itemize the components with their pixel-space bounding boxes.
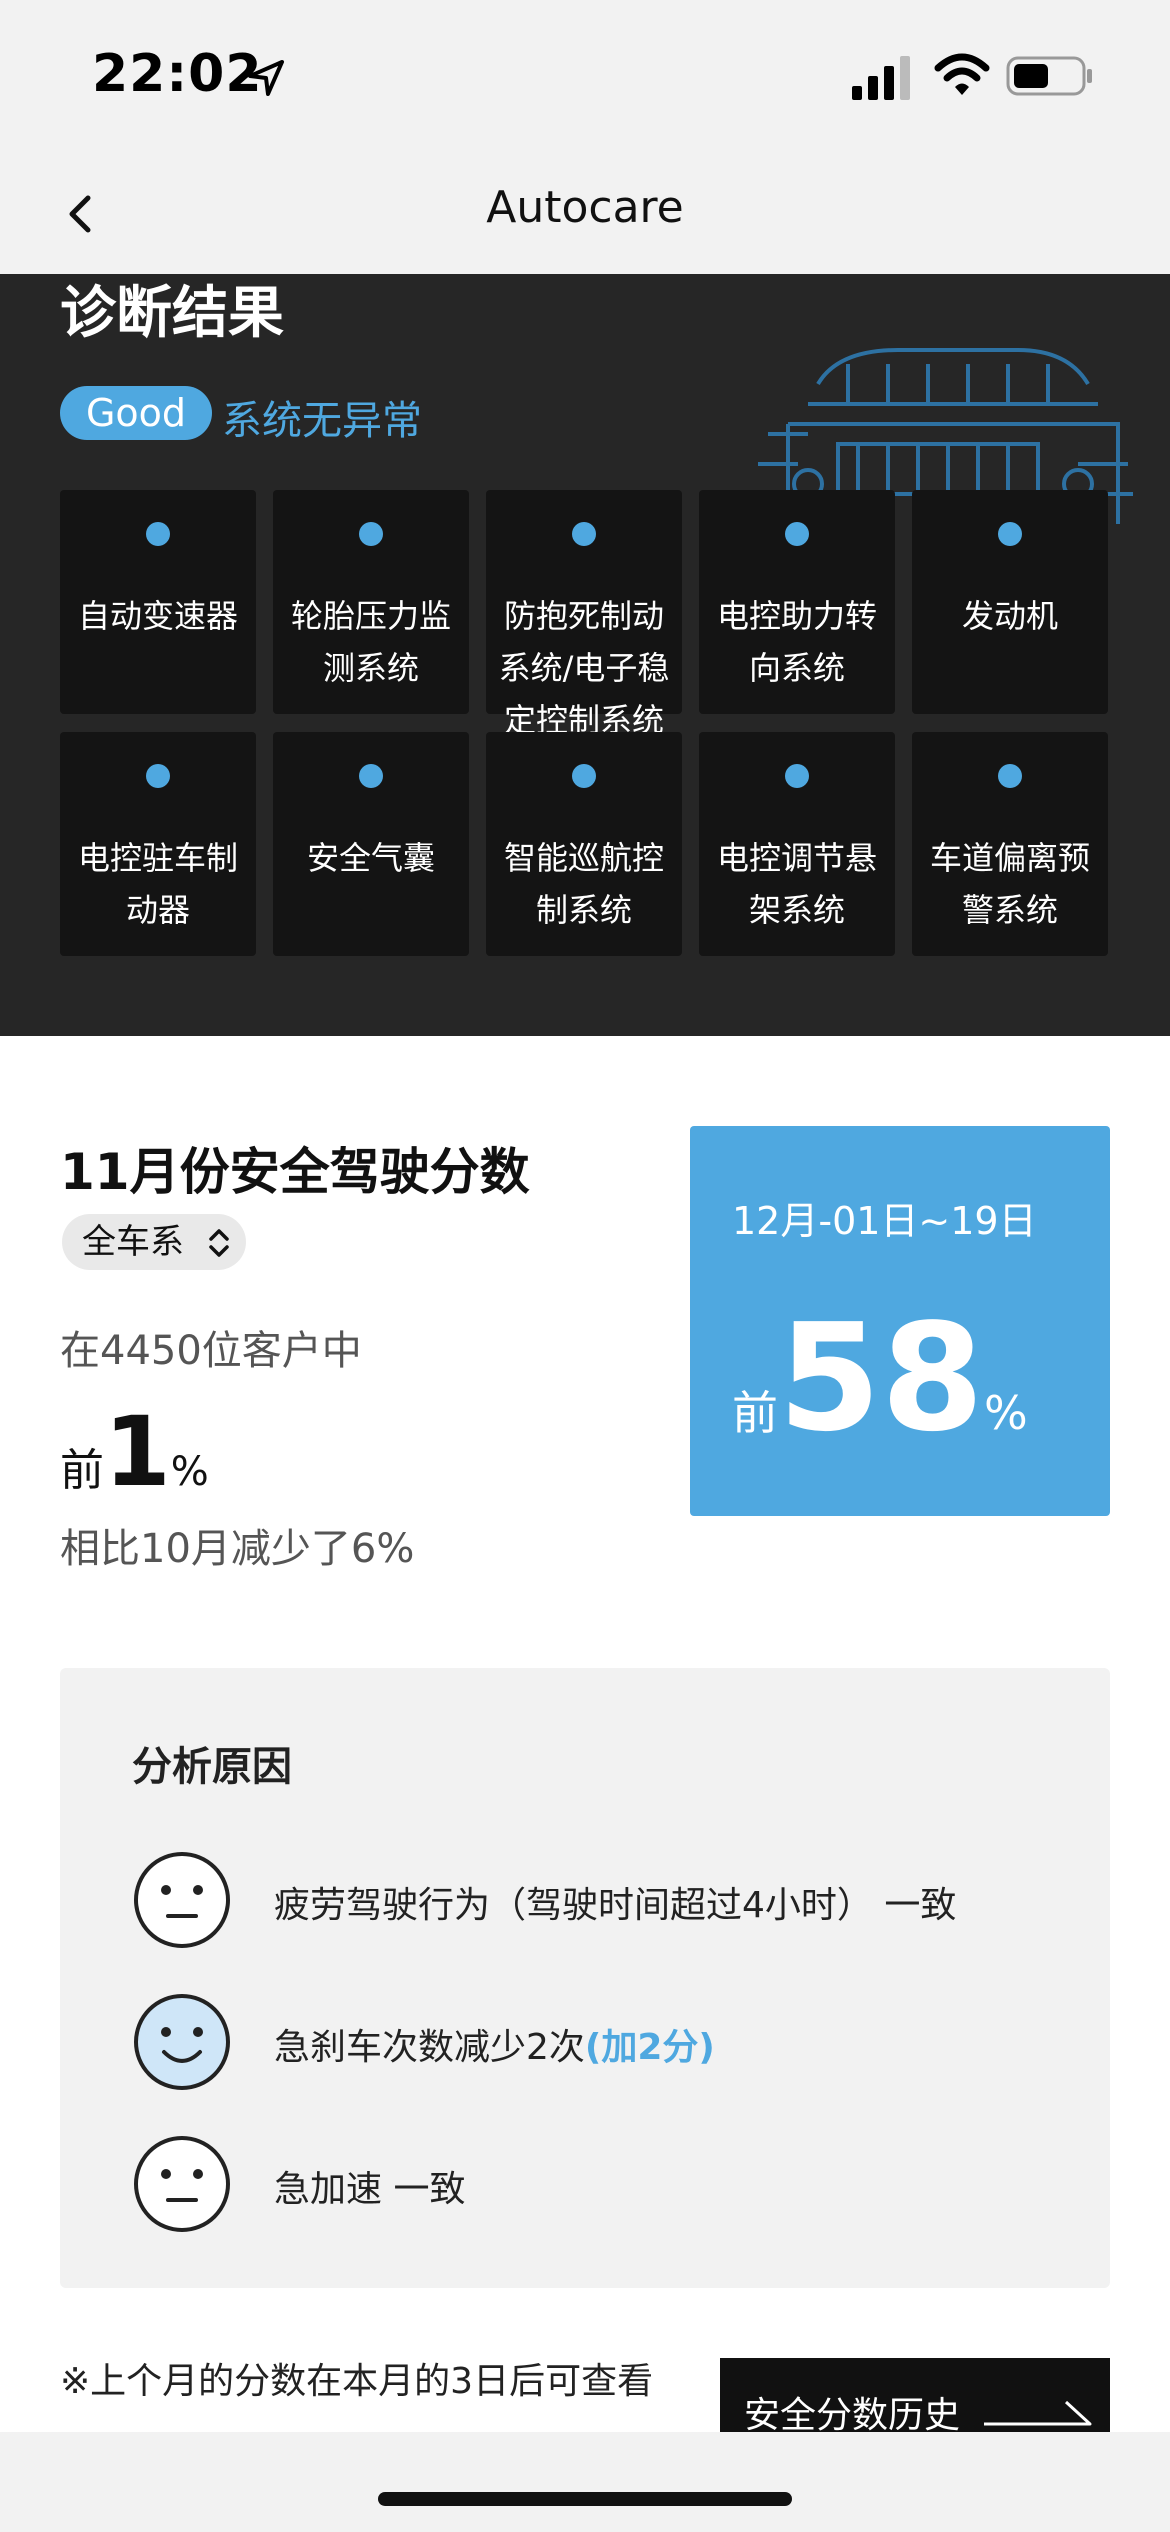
neutral-face-icon [134,2136,230,2232]
smile-face-icon [134,1994,230,2090]
diagnosis-title: 诊断结果 [60,281,284,346]
cellular-signal-icon [852,56,910,100]
reason-text: 疲劳驾驶行为（驾驶时间超过4小时） 一致 [274,1885,957,1926]
up-down-chevron-icon [209,1229,229,1257]
status-dot-icon [359,522,383,546]
score-history-button[interactable]: 安全分数历史 [720,2358,1110,2432]
system-tile[interactable]: 安全气囊 [273,732,469,956]
monthly-rank: 前1% [60,1396,209,1508]
scope-selector[interactable]: 全车系 [62,1214,246,1270]
footnote: ※上个月的分数在本月的3日后可查看 [60,2361,654,2402]
status-dot-icon [146,522,170,546]
reason-item: 急刹车次数减少2次(加2分) [132,1992,1092,2092]
rank-unit: % [170,1449,209,1495]
reason-item: 疲劳驾驶行为（驾驶时间超过4小时） 一致 [132,1850,1092,1950]
system-label: 智能巡航控制系统 [503,839,664,929]
reason-text-main: 急刹车次数减少2次 [274,2027,585,2068]
status-badge: Good [60,386,212,440]
reason-bonus: (加2分) [584,2027,715,2068]
rank-prefix: 前 [60,1445,104,1496]
system-grid: 自动变速器 轮胎压力监测系统 防抱死制动系统/电子稳定控制系统 电控助力转向系统… [60,490,1110,956]
status-dot-icon [785,764,809,788]
status-dot-icon [572,764,596,788]
system-tile[interactable]: 智能巡航控制系统 [486,732,682,956]
nav-bar: Autocare [0,160,1170,274]
analysis-panel: 分析原因 疲劳驾驶行为（驾驶时间超过4小时） 一致 急刹车次数减少2次(加2分) [60,1668,1110,2288]
status-dot-icon [572,522,596,546]
score-title: 11月份安全驾驶分数 [60,1143,530,1201]
status-bar: 22:02 [0,0,1170,160]
system-tile[interactable]: 自动变速器 [60,490,256,714]
system-tile[interactable]: 电控驻车制动器 [60,732,256,956]
diagnosis-section: 诊断结果 Good 系统无异常 自动变速器 轮胎压力监测系统 防抱死制动系统/电… [0,274,1170,1036]
weekly-rank: 前58% [732,1304,1028,1452]
status-dot-icon [998,764,1022,788]
status-text: 系统无异常 [222,398,422,444]
system-label: 电控助力转向系统 [716,597,877,687]
score-section: 11月份安全驾驶分数 全车系 在4450位客户中 前1% 相比10月减少了6% … [0,1036,1170,2432]
analysis-title: 分析原因 [132,1744,292,1790]
system-label: 防抱死制动系统/电子稳定控制系统 [498,597,670,739]
scope-selector-label: 全车系 [82,1222,184,1262]
battery-icon [1006,56,1092,96]
status-dot-icon [785,522,809,546]
week-rank-value: 58 [778,1292,984,1464]
system-label: 自动变速器 [77,597,238,635]
weekly-rank-card: 12月-01日~19日 前58% [690,1126,1110,1516]
system-tile[interactable]: 轮胎压力监测系统 [273,490,469,714]
home-indicator[interactable] [378,2492,792,2506]
page-title: Autocare [486,182,684,233]
customer-count-text: 在4450位客户中 [60,1328,362,1374]
neutral-face-icon [134,1852,230,1948]
system-tile[interactable]: 电控调节悬架系统 [699,732,895,956]
reason-item: 急加速 一致 [132,2134,1092,2234]
compare-text: 相比10月减少了6% [60,1526,415,1572]
wifi-icon [934,53,990,95]
system-tile[interactable]: 车道偏离预警系统 [912,732,1108,956]
status-time: 22:02 [92,44,263,104]
status-dot-icon [146,764,170,788]
reason-text: 急加速 一致 [274,2169,466,2210]
week-range: 12月-01日~19日 [732,1199,1037,1243]
status-dot-icon [998,522,1022,546]
system-tile[interactable]: 电控助力转向系统 [699,490,895,714]
system-tile[interactable]: 发动机 [912,490,1108,714]
system-label: 安全气囊 [306,839,435,877]
reason-text: 急刹车次数减少2次(加2分) [274,2018,715,2070]
system-label: 发动机 [961,597,1058,635]
arrow-right-icon [984,2400,1092,2426]
system-label: 电控调节悬架系统 [716,839,877,929]
system-label: 轮胎压力监测系统 [290,597,451,687]
week-rank-unit: % [983,1386,1028,1440]
score-history-label: 安全分数历史 [744,2395,961,2432]
status-dot-icon [359,764,383,788]
system-label: 电控驻车制动器 [77,839,238,929]
bottom-bar [0,2432,1170,2532]
rank-value: 1 [104,1396,171,1508]
location-arrow-icon [248,60,284,96]
system-tile[interactable]: 防抱死制动系统/电子稳定控制系统 [486,490,682,739]
week-rank-prefix: 前 [732,1386,778,1440]
system-label: 车道偏离预警系统 [929,839,1090,929]
